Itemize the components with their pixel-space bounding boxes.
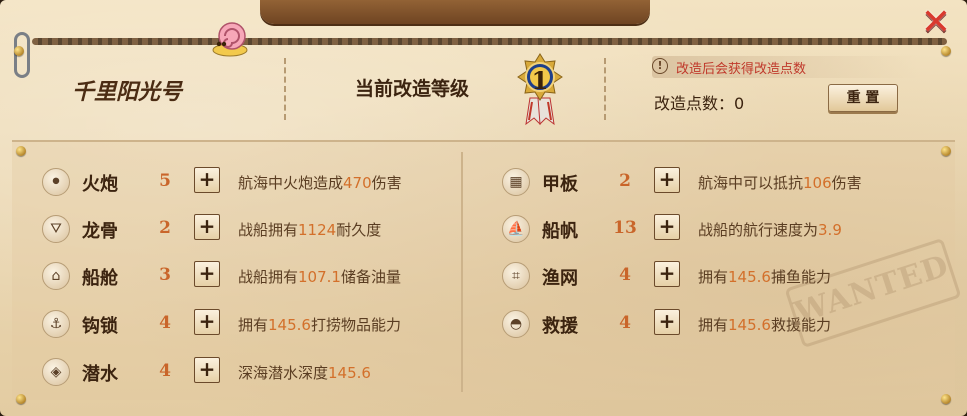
attribute-name: 救援 [542, 316, 578, 337]
attribute-value: 106 [803, 174, 832, 192]
attribute-name: 渔网 [542, 268, 578, 289]
attribute-value: 145.6 [728, 268, 771, 286]
attribute-row-sail: ⛵ 船帆 13 + 战船的航行速度为3.9 [502, 209, 922, 249]
attribute-description: 战船的航行速度为3.9 [698, 221, 842, 239]
attribute-level: 4 [619, 313, 631, 333]
attribute-level: 5 [159, 171, 171, 191]
rivet-icon [16, 146, 26, 156]
level-medal-icon: 1 [512, 52, 568, 126]
attribute-level: 2 [159, 218, 171, 238]
attribute-description: 拥有145.6打捞物品能力 [238, 316, 401, 334]
attribute-name: 钩锁 [82, 316, 118, 337]
attribute-level: 3 [159, 265, 171, 285]
column-divider [461, 152, 463, 392]
attribute-level: 4 [159, 361, 171, 381]
notice-text: 改造后会获得改造点数 [676, 62, 807, 77]
attribute-value: 470 [343, 174, 372, 192]
ship-name: 千里阳光号 [72, 79, 183, 105]
info-icon: ! [652, 58, 668, 74]
upgrade-level-label: 当前改造等级 [355, 78, 470, 100]
upgrade-cannon-button[interactable]: + [194, 167, 220, 193]
attribute-level: 4 [159, 313, 171, 333]
attribute-level: 4 [619, 265, 631, 285]
upgrade-hook-button[interactable]: + [194, 309, 220, 335]
attribute-name: 船帆 [542, 221, 578, 242]
attribute-description: 航海中火炮造成470伤害 [238, 174, 402, 192]
sail-icon: ⛵ [502, 215, 530, 243]
upgrade-deck-button[interactable]: + [654, 167, 680, 193]
upgrade-rescue-button[interactable]: + [654, 309, 680, 335]
header-divider [604, 58, 606, 120]
dive-icon: ◈ [42, 358, 70, 386]
attribute-description: 战船拥有1124耐久度 [238, 221, 382, 239]
upgrade-dive-button[interactable]: + [194, 357, 220, 383]
top-rope-divider [32, 38, 947, 45]
attribute-name: 火炮 [82, 174, 118, 195]
upgrade-points: 改造点数：0 [654, 94, 745, 113]
hook-icon: ⚓ [42, 310, 70, 338]
attribute-panel: ⚫ 火炮 5 + 航海中火炮造成470伤害 ⛛ 龙骨 2 + 战船拥有1124耐… [12, 140, 955, 400]
fishing-net-icon: ⌗ [502, 262, 530, 290]
attribute-name: 船舱 [82, 268, 118, 289]
attribute-description: 航海中可以抵抗106伤害 [698, 174, 862, 192]
rivet-icon [941, 46, 951, 56]
attribute-name: 甲板 [542, 174, 578, 195]
attribute-row-cannon: ⚫ 火炮 5 + 航海中火炮造成470伤害 [42, 162, 452, 202]
attribute-row-keel: ⛛ 龙骨 2 + 战船拥有1124耐久度 [42, 209, 452, 249]
upgrade-notice: ! 改造后会获得改造点数 [652, 56, 917, 78]
top-wood-banner [260, 0, 650, 24]
rivet-icon [16, 394, 26, 404]
attribute-value: 145.6 [268, 316, 311, 334]
deck-icon: ▦ [502, 168, 530, 196]
header-divider [284, 58, 286, 120]
rivet-icon [14, 46, 24, 56]
attribute-description: 战船拥有107.1储备油量 [238, 268, 401, 286]
attribute-value: 145.6 [328, 364, 371, 382]
attribute-level: 13 [613, 218, 637, 238]
attribute-row-cabin: ⌂ 船舱 3 + 战船拥有107.1储备油量 [42, 256, 452, 296]
cabin-icon: ⌂ [42, 262, 70, 290]
attribute-value: 145.6 [728, 316, 771, 334]
attribute-name: 潜水 [82, 364, 118, 385]
attribute-value: 3.9 [818, 221, 842, 239]
rescue-icon: ◓ [502, 310, 530, 338]
upgrade-fishing-net-button[interactable]: + [654, 261, 680, 287]
attribute-name: 龙骨 [82, 221, 118, 242]
attribute-level: 2 [619, 171, 631, 191]
upgrade-keel-button[interactable]: + [194, 214, 220, 240]
upgrade-sail-button[interactable]: + [654, 214, 680, 240]
close-button[interactable]: ✕ [919, 5, 953, 41]
rivet-icon [941, 394, 951, 404]
upgrade-header: 千里阳光号 当前改造等级 1 ! 改造后会获得改造点数 改造点数：0 重 置 [12, 46, 955, 132]
attribute-value: 107.1 [298, 268, 341, 286]
upgrade-cabin-button[interactable]: + [194, 261, 220, 287]
level-value: 1 [531, 66, 549, 95]
attribute-row-hook: ⚓ 钩锁 4 + 拥有145.6打捞物品能力 [42, 304, 452, 344]
rivet-icon [941, 146, 951, 156]
attribute-row-deck: ▦ 甲板 2 + 航海中可以抵抗106伤害 [502, 162, 922, 202]
attribute-description: 深海潜水深度145.6 [238, 364, 371, 382]
attribute-value: 1124 [298, 221, 337, 239]
ship-upgrade-panel: ✕ 千里阳光号 当前改造等级 1 ! 改造后会获得改造点数 改造点数：0 重 置 [0, 0, 967, 416]
keel-icon: ⛛ [42, 215, 70, 243]
cannon-icon: ⚫ [42, 168, 70, 196]
reset-button[interactable]: 重 置 [828, 84, 898, 112]
attribute-row-dive: ◈ 潜水 4 + 深海潜水深度145.6 [42, 352, 452, 392]
